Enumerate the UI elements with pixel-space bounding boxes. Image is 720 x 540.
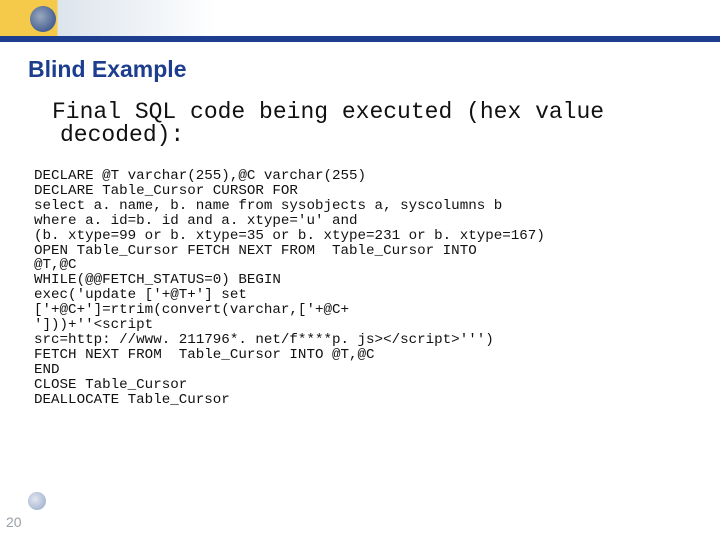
page-number: 20 xyxy=(6,514,22,530)
slide-subtitle: Final SQL code being executed (hex value… xyxy=(36,101,692,147)
slide-title: Blind Example xyxy=(28,56,692,83)
footer-logo-icon xyxy=(28,492,46,510)
logo-dot-icon xyxy=(30,6,56,32)
header-band xyxy=(0,0,720,42)
slide-body: Blind Example Final SQL code being execu… xyxy=(0,42,720,540)
code-block: DECLARE @T varchar(255),@C varchar(255) … xyxy=(34,169,692,408)
